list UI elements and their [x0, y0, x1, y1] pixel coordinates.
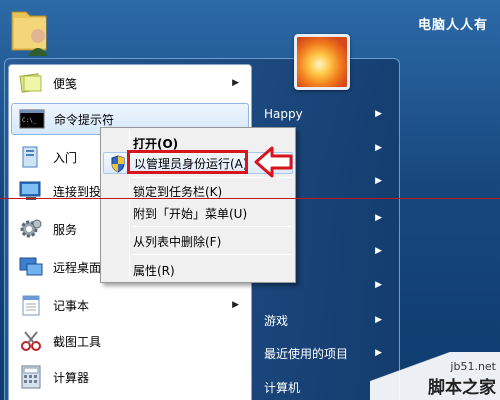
menu-separator — [133, 254, 291, 255]
snipping-tool-icon — [17, 328, 45, 354]
user-account-picture[interactable] — [294, 34, 350, 90]
chevron-right-icon: ▶ — [375, 246, 382, 256]
ctx-pin-to-start-menu[interactable]: 附到「开始」菜单(U) — [103, 202, 293, 224]
chevron-right-icon: ▶ — [375, 280, 382, 290]
getting-started-icon — [17, 144, 45, 170]
right-item-happy[interactable]: Happy ▶ — [262, 99, 388, 129]
program-calculator[interactable]: 计算器 — [11, 361, 249, 393]
remote-desktop-icon — [17, 254, 45, 280]
svg-text:C:\_: C:\_ — [22, 117, 37, 124]
menu-separator — [133, 226, 291, 227]
program-notepad[interactable]: 记事本 ▶ — [11, 289, 249, 321]
watermark-top: 电脑人人有 — [417, 18, 488, 33]
red-guide-line — [0, 198, 500, 199]
projector-icon — [17, 178, 45, 204]
program-sticky-notes[interactable]: 便笺 ▶ — [11, 67, 249, 99]
submenu-arrow-icon[interactable]: ▶ — [232, 78, 239, 88]
submenu-arrow-icon[interactable]: ▶ — [232, 300, 239, 310]
user-folder-icon[interactable] — [8, 4, 52, 56]
right-item-games[interactable]: 游戏 ▶ — [262, 305, 388, 335]
ctx-remove-from-list[interactable]: 从列表中删除(F) — [103, 230, 293, 252]
chevron-right-icon: ▶ — [375, 143, 382, 153]
program-snipping-tool[interactable]: 截图工具 — [11, 325, 249, 357]
chevron-right-icon: ▶ — [375, 176, 382, 186]
command-prompt-icon: C:\_ — [18, 106, 46, 132]
uac-shield-icon — [111, 155, 125, 173]
sticky-note-icon — [17, 70, 45, 96]
red-arrow-icon — [254, 146, 293, 178]
ctx-properties[interactable]: 属性(R) — [103, 259, 293, 281]
calculator-icon — [17, 364, 45, 390]
highlight-box — [127, 150, 248, 174]
chevron-right-icon: ▶ — [375, 213, 382, 223]
watermark-bottom: jb51.net 脚本之家 — [428, 360, 496, 398]
notepad-icon — [17, 292, 45, 318]
services-gear-icon — [17, 216, 45, 242]
chevron-right-icon: ▶ — [375, 315, 382, 325]
chevron-right-icon: ▶ — [375, 109, 382, 119]
